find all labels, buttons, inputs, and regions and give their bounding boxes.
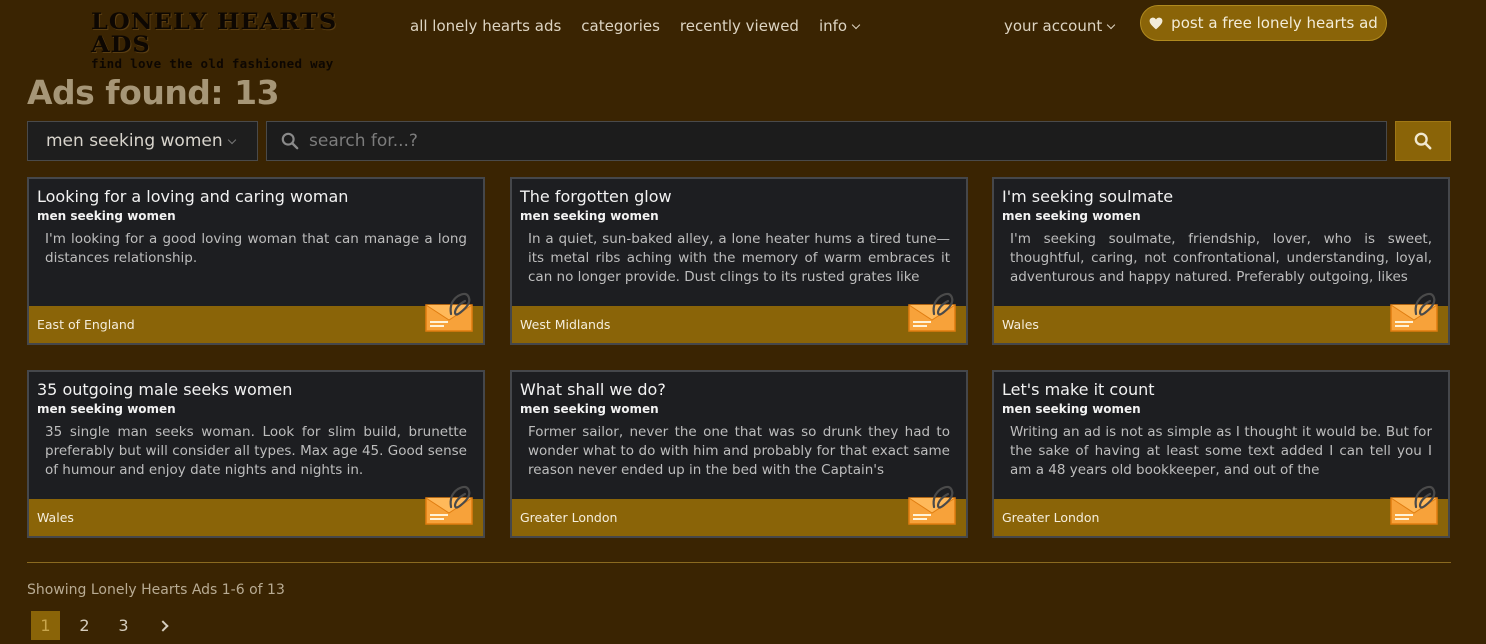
logo-tagline: find love the old fashioned way [91,56,334,71]
ad-excerpt: I'm seeking soulmate, friendship, lover,… [1010,231,1432,285]
category-select-value: men seeking women [46,131,223,151]
nav-all-ads[interactable]: all lonely hearts ads [410,17,561,35]
next-page-button[interactable] [148,611,177,640]
page-2[interactable]: 2 [70,611,99,640]
ad-excerpt: In a quiet, sun-baked alley, a lone heat… [528,231,950,285]
ad-category: men seeking women [520,209,659,223]
ad-footer: Wales [29,485,483,536]
ad-location: West Midlands [520,317,611,332]
account-label: your account [1004,17,1103,35]
search-input[interactable] [309,131,1309,151]
ad-footer: West Midlands [512,292,966,343]
ad-title[interactable]: I'm seeking soulmate [1002,187,1173,206]
chevron-down-icon [227,135,237,145]
ad-category: men seeking women [37,209,176,223]
ad-category: men seeking women [1002,402,1141,416]
search-field [266,121,1387,161]
page-title: Ads found: 13 [27,73,280,112]
ad-category: men seeking women [1002,209,1141,223]
ad-excerpt: Writing an ad is not as simple as I thou… [1010,424,1432,478]
ad-excerpt: 35 single man seeks woman. Look for slim… [45,424,467,478]
ad-card[interactable]: Looking for a loving and caring woman me… [27,177,485,345]
nav-recently-viewed[interactable]: recently viewed [680,17,799,35]
ad-category: men seeking women [520,402,659,416]
ad-location: Greater London [520,510,618,525]
ad-title[interactable]: What shall we do? [520,380,666,399]
main-nav: all lonely hearts ads categories recentl… [410,17,861,35]
ad-card[interactable]: 35 outgoing male seeks women men seeking… [27,370,485,538]
ad-title[interactable]: 35 outgoing male seeks women [37,380,292,399]
nav-categories[interactable]: categories [581,17,660,35]
ad-card[interactable]: Let's make it count men seeking women Wr… [992,370,1450,538]
envelope-icon[interactable] [1390,485,1438,525]
chevron-right-icon [156,619,169,632]
nav-info[interactable]: info [818,17,861,35]
ad-excerpt: I'm looking for a good loving woman that… [45,231,467,266]
ad-footer: Greater London [512,485,966,536]
ad-location: East of England [37,317,135,332]
envelope-icon[interactable] [908,485,956,525]
page-3[interactable]: 3 [109,611,138,640]
ad-location: Wales [1002,317,1039,332]
ad-title[interactable]: The forgotten glow [520,187,672,206]
logo-title: LONELY HEARTS ADS [91,7,338,58]
divider [27,562,1451,563]
search-icon [1414,132,1432,150]
chevron-down-icon [1107,20,1116,30]
ad-card[interactable]: What shall we do? men seeking women Form… [510,370,968,538]
ad-title[interactable]: Let's make it count [1002,380,1155,399]
search-button[interactable] [1395,121,1451,161]
site-logo[interactable]: LONELY HEARTS ADS find love the old fash… [91,10,371,70]
ad-location: Wales [37,510,74,525]
page-1[interactable]: 1 [31,611,60,640]
envelope-icon[interactable] [425,485,473,525]
ad-footer: East of England [29,292,483,343]
nav-info-label: info [818,17,848,35]
ad-title[interactable]: Looking for a loving and caring woman [37,187,348,206]
ad-card[interactable]: I'm seeking soulmate men seeking women I… [992,177,1450,345]
category-select[interactable]: men seeking women [27,121,258,161]
chevron-down-icon [851,20,861,30]
results-summary: Showing Lonely Hearts Ads 1-6 of 13 [27,582,285,598]
envelope-icon[interactable] [1390,292,1438,332]
ad-footer: Wales [994,292,1448,343]
ad-category: men seeking women [37,402,176,416]
account-menu[interactable]: your account [1004,17,1116,35]
search-icon [281,132,299,150]
ad-footer: Greater London [994,485,1448,536]
pagination: 1 2 3 [31,611,177,640]
ad-excerpt: Former sailor, never the one that was so… [528,424,950,478]
heart-icon [1149,17,1163,29]
envelope-icon[interactable] [908,292,956,332]
post-ad-label: post a free lonely hearts ad [1171,14,1378,32]
ad-card[interactable]: The forgotten glow men seeking women In … [510,177,968,345]
post-ad-button[interactable]: post a free lonely hearts ad [1140,5,1387,41]
ad-location: Greater London [1002,510,1100,525]
envelope-icon[interactable] [425,292,473,332]
